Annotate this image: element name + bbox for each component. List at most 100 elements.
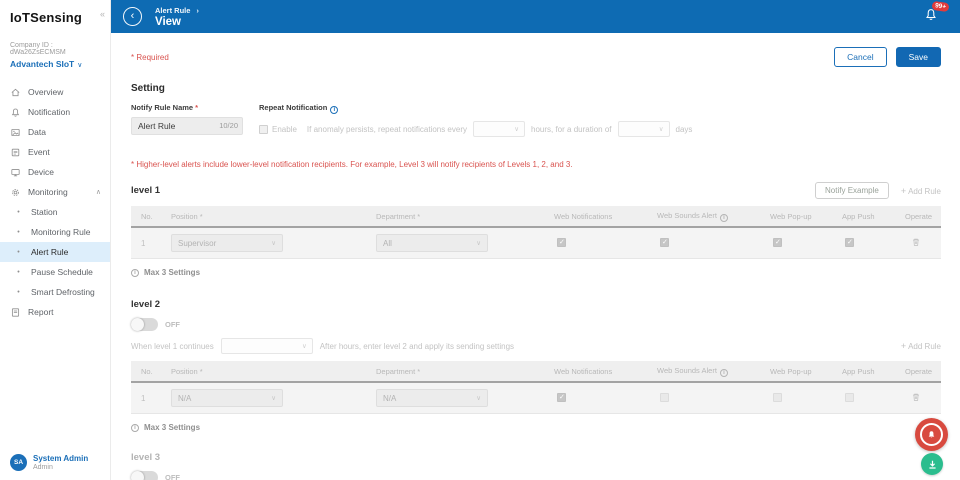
repeat-notification-label: Repeat Notificationi bbox=[259, 103, 692, 114]
col-web-notifications: Web Notifications bbox=[554, 212, 657, 221]
toggle-knob bbox=[131, 471, 144, 480]
save-button[interactable]: Save bbox=[896, 47, 941, 67]
level2-hours-dropdown[interactable]: ∨ bbox=[221, 338, 313, 354]
download-icon bbox=[927, 459, 938, 470]
sidebar: IoTSensing « Company ID : dWa26ZsECMSM A… bbox=[0, 0, 111, 480]
level2-add-rule-button[interactable]: +Add Rule bbox=[901, 341, 941, 351]
col-operate: Operate bbox=[905, 212, 941, 221]
repeat-text-3: days bbox=[676, 125, 693, 134]
download-fab-button[interactable] bbox=[921, 453, 943, 475]
sidebar-item-monitoring-rule[interactable]: • Monitoring Rule bbox=[0, 222, 110, 242]
plus-icon: + bbox=[901, 341, 906, 351]
level2-toggle[interactable] bbox=[131, 318, 158, 331]
level1-table: No. Position * Department * Web Notifica… bbox=[131, 206, 941, 259]
web-notifications-checkbox[interactable] bbox=[557, 238, 566, 247]
cancel-button[interactable]: Cancel bbox=[834, 47, 886, 67]
repeat-text-2: hours, for a duration of bbox=[531, 125, 612, 134]
level2-condition-suffix: After hours, enter level 2 and apply its… bbox=[320, 342, 514, 351]
user-profile[interactable]: SA System Admin Admin bbox=[10, 454, 88, 471]
position-dropdown[interactable]: Supervisor∨ bbox=[171, 234, 283, 252]
sidebar-item-label: Device bbox=[28, 167, 54, 177]
web-popup-checkbox[interactable] bbox=[773, 393, 782, 402]
col-web-popup: Web Pop-up bbox=[770, 367, 842, 376]
col-no: No. bbox=[141, 367, 171, 376]
chevron-down-icon: ∨ bbox=[659, 125, 664, 133]
sidebar-item-event[interactable]: Event bbox=[0, 142, 110, 162]
col-web-popup: Web Pop-up bbox=[770, 212, 842, 221]
app-push-checkbox[interactable] bbox=[845, 238, 854, 247]
sidebar-item-report[interactable]: Report bbox=[0, 302, 110, 322]
sidebar-item-pause-schedule[interactable]: • Pause Schedule bbox=[0, 262, 110, 282]
level2-condition-prefix: When level 1 continues bbox=[131, 342, 214, 351]
col-web-notifications: Web Notifications bbox=[554, 367, 657, 376]
department-dropdown[interactable]: N/A∨ bbox=[376, 389, 488, 407]
notification-bell-button[interactable]: 99+ bbox=[924, 7, 938, 27]
report-icon bbox=[10, 307, 21, 318]
sidebar-item-label: Notification bbox=[28, 107, 70, 117]
chevron-down-icon: ∨ bbox=[271, 394, 276, 402]
alarm-ring bbox=[920, 423, 943, 446]
repeat-days-dropdown[interactable]: ∨ bbox=[618, 121, 670, 137]
sidebar-item-label: Overview bbox=[28, 87, 63, 97]
bullet-icon: • bbox=[13, 289, 24, 296]
toggle-knob bbox=[131, 318, 144, 331]
delete-row-button[interactable] bbox=[911, 237, 921, 247]
chevron-down-icon: ∨ bbox=[77, 62, 82, 69]
company-name: Advantech SIoT bbox=[10, 59, 74, 69]
repeat-text-1: If anomaly persists, repeat notification… bbox=[307, 125, 467, 134]
sidebar-item-device[interactable]: Device bbox=[0, 162, 110, 182]
web-sounds-alert-checkbox[interactable] bbox=[660, 393, 669, 402]
user-name: System Admin bbox=[33, 454, 88, 463]
info-icon[interactable]: i bbox=[720, 214, 728, 222]
sidebar-collapse-icon[interactable]: « bbox=[100, 9, 105, 19]
breadcrumb[interactable]: Alert Rule› bbox=[155, 6, 199, 15]
chevron-down-icon: ∨ bbox=[271, 239, 276, 247]
alarm-fab-button[interactable] bbox=[915, 418, 948, 451]
home-icon bbox=[10, 87, 21, 98]
position-dropdown[interactable]: N/A∨ bbox=[171, 389, 283, 407]
bullet-icon: • bbox=[13, 269, 24, 276]
sidebar-item-label: Data bbox=[28, 127, 46, 137]
sidebar-item-data[interactable]: Data bbox=[0, 122, 110, 142]
back-button[interactable]: ‹ bbox=[123, 7, 142, 26]
top-header: ‹ Alert Rule› View 99+ bbox=[111, 0, 960, 33]
sidebar-item-label: Pause Schedule bbox=[31, 267, 93, 277]
info-icon[interactable]: i bbox=[720, 369, 728, 377]
level1-add-rule-button[interactable]: +Add Rule bbox=[901, 186, 941, 196]
chevron-down-icon: ∨ bbox=[302, 342, 307, 350]
avatar: SA bbox=[10, 454, 27, 471]
required-note: * Required bbox=[131, 53, 169, 62]
web-notifications-checkbox[interactable] bbox=[557, 393, 566, 402]
sidebar-item-label: Smart Defrosting bbox=[31, 287, 95, 297]
notify-example-button[interactable]: Notify Example bbox=[815, 182, 889, 199]
delete-row-button[interactable] bbox=[911, 392, 921, 402]
higher-level-note: * Higher-level alerts include lower-leve… bbox=[131, 160, 941, 169]
required-asterisk: * bbox=[195, 103, 198, 112]
app-logo: IoTSensing bbox=[0, 0, 110, 25]
user-role: Admin bbox=[33, 464, 88, 471]
bullet-icon: • bbox=[13, 209, 24, 216]
sidebar-item-alert-rule[interactable]: • Alert Rule bbox=[0, 242, 110, 262]
level3-toggle[interactable] bbox=[131, 471, 158, 480]
page-title: View bbox=[155, 16, 199, 28]
web-sounds-alert-checkbox[interactable] bbox=[660, 238, 669, 247]
enable-checkbox[interactable] bbox=[259, 125, 268, 134]
info-icon[interactable]: i bbox=[330, 106, 338, 114]
sidebar-item-monitoring[interactable]: Monitoring ∧ bbox=[0, 182, 110, 202]
notify-rule-name-label: Notify Rule Name* bbox=[131, 103, 243, 112]
company-switcher[interactable]: Advantech SIoT∨ bbox=[10, 59, 102, 69]
chevron-up-icon: ∧ bbox=[96, 188, 101, 196]
image-icon bbox=[10, 127, 21, 138]
table-row: 1 N/A∨ N/A∨ bbox=[131, 383, 941, 414]
bell-icon bbox=[10, 107, 21, 118]
sidebar-item-station[interactable]: • Station bbox=[0, 202, 110, 222]
col-web-sounds-alert: Web Sounds Alerti bbox=[657, 211, 770, 222]
sidebar-item-overview[interactable]: Overview bbox=[0, 82, 110, 102]
web-popup-checkbox[interactable] bbox=[773, 238, 782, 247]
sidebar-item-notification[interactable]: Notification bbox=[0, 102, 110, 122]
repeat-hours-dropdown[interactable]: ∨ bbox=[473, 121, 525, 137]
department-dropdown[interactable]: All∨ bbox=[376, 234, 488, 252]
app-push-checkbox[interactable] bbox=[845, 393, 854, 402]
sidebar-item-smart-defrosting[interactable]: • Smart Defrosting bbox=[0, 282, 110, 302]
level3-title: level 3 bbox=[131, 452, 160, 463]
